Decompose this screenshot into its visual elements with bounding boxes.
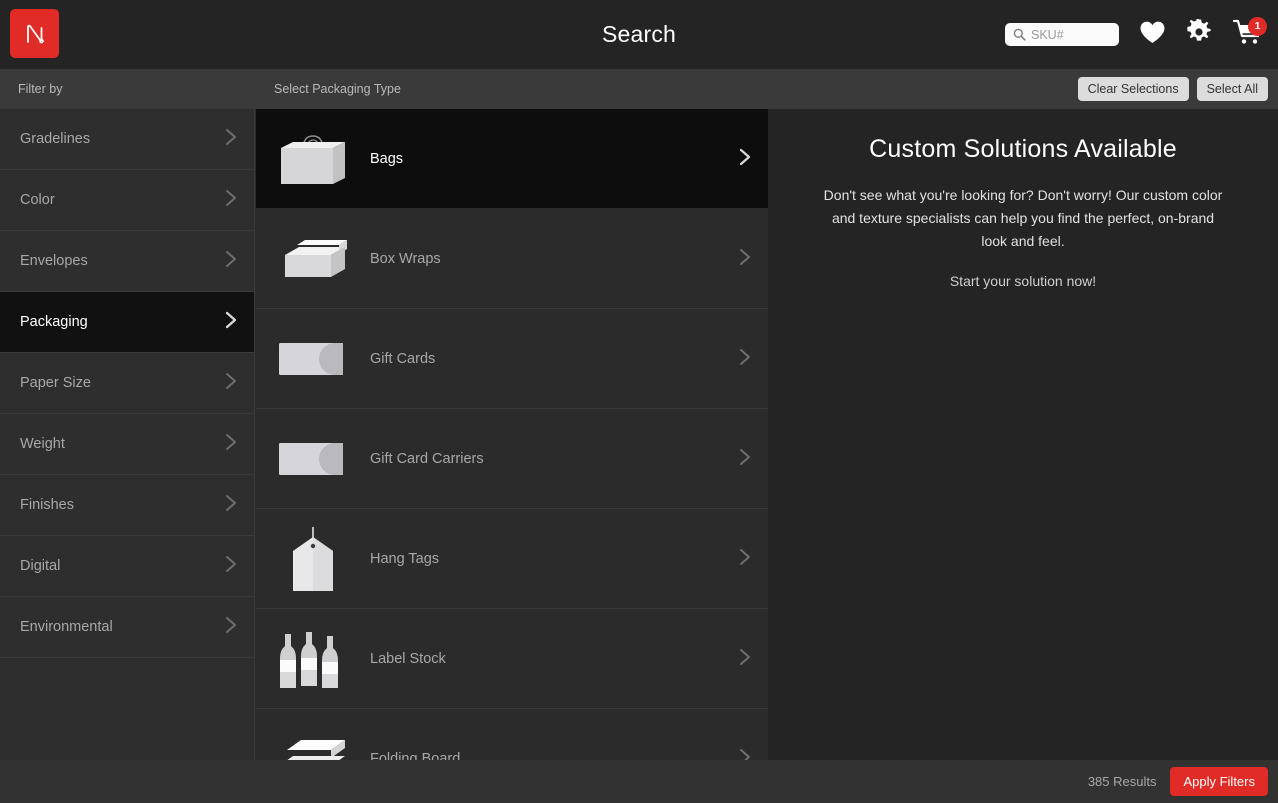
- sidebar-item-label: Envelopes: [20, 253, 88, 269]
- filter-by-label: Filter by: [18, 69, 62, 109]
- sidebar-item-finishes[interactable]: Finishes: [0, 475, 254, 536]
- shopping-bag-icon: [274, 122, 352, 196]
- search-input[interactable]: [1031, 28, 1101, 42]
- sidebar-item-digital[interactable]: Digital: [0, 536, 254, 597]
- chevron-right-icon: [224, 493, 238, 517]
- select-all-button[interactable]: Select All: [1197, 77, 1268, 101]
- results-count: 385 Results: [1088, 774, 1157, 789]
- chevron-right-icon: [738, 547, 752, 571]
- apply-filters-button[interactable]: Apply Filters: [1170, 767, 1268, 796]
- sidebar-item-weight[interactable]: Weight: [0, 414, 254, 475]
- filter-sidebar: Gradelines Color Envelopes Packaging Paper S…: [0, 109, 255, 760]
- chevron-right-icon: [738, 647, 752, 671]
- custom-solutions-title: Custom Solutions Available: [796, 135, 1250, 164]
- sidebar-item-label: Environmental: [20, 619, 113, 635]
- sidebar-item-environmental[interactable]: Environmental: [0, 597, 254, 658]
- sidebar-item-label: Digital: [20, 558, 60, 574]
- sidebar-item-label: Color: [20, 192, 55, 208]
- packaging-type-label: Bags: [370, 151, 768, 167]
- cart-badge: 1: [1248, 17, 1267, 36]
- clear-selections-button[interactable]: Clear Selections: [1078, 77, 1189, 101]
- custom-solutions-panel: Custom Solutions Available Don't see wha…: [768, 109, 1278, 760]
- packaging-type-label: Gift Cards: [370, 351, 768, 367]
- bottle-labels-icon: [274, 622, 352, 696]
- chevron-right-icon: [738, 347, 752, 371]
- packaging-type-row-gift-cards[interactable]: Gift Cards: [256, 309, 768, 409]
- app-header: Search: [0, 0, 1278, 69]
- chevron-right-icon: [224, 432, 238, 456]
- sidebar-item-label: Packaging: [20, 314, 88, 330]
- gift-card-carrier-icon: [274, 422, 352, 496]
- hang-tag-icon: [274, 522, 352, 596]
- packaging-type-row-gift-card-carriers[interactable]: Gift Card Carriers: [256, 409, 768, 509]
- packaging-type-row-folding-board[interactable]: Folding Board: [256, 709, 768, 760]
- custom-solutions-body: Don't see what you're looking for? Don't…: [823, 184, 1223, 253]
- search-box[interactable]: [1005, 23, 1119, 46]
- chevron-right-icon: [224, 188, 238, 212]
- gift-card-icon: [274, 322, 352, 396]
- subheader-actions: Clear Selections Select All: [1078, 69, 1268, 109]
- search-icon: [1013, 28, 1026, 41]
- chevron-right-icon: [224, 371, 238, 395]
- packaging-type-label: Gift Card Carriers: [370, 451, 768, 467]
- sidebar-item-label: Finishes: [20, 497, 74, 513]
- settings-button[interactable]: [1186, 19, 1212, 50]
- chevron-right-icon: [738, 747, 752, 761]
- chevron-right-icon: [738, 147, 752, 171]
- chevron-right-icon: [224, 615, 238, 639]
- box-wrap-icon: [274, 222, 352, 296]
- heart-icon: [1139, 20, 1166, 50]
- chevron-right-icon: [224, 310, 238, 334]
- app-root: Search: [0, 0, 1278, 803]
- sidebar-item-label: Paper Size: [20, 375, 91, 391]
- custom-solutions-cta[interactable]: Start your solution now!: [796, 273, 1250, 289]
- chevron-right-icon: [224, 127, 238, 151]
- packaging-type-row-hang-tags[interactable]: Hang Tags: [256, 509, 768, 609]
- packaging-type-row-bags[interactable]: Bags: [256, 109, 768, 209]
- gear-icon: [1186, 19, 1212, 50]
- packaging-type-row-label-stock[interactable]: Label Stock: [256, 609, 768, 709]
- sidebar-item-label: Gradelines: [20, 131, 90, 147]
- subheader-bar: Filter by Select Packaging Type Clear Se…: [0, 69, 1278, 109]
- sidebar-item-label: Weight: [20, 436, 65, 452]
- packaging-type-list: Bags Box Wraps Gift Cards Gift Card Carrier…: [256, 109, 768, 760]
- sidebar-item-color[interactable]: Color: [0, 170, 254, 231]
- sidebar-item-packaging[interactable]: Packaging: [0, 292, 254, 353]
- favorites-button[interactable]: [1139, 20, 1166, 50]
- chevron-right-icon: [738, 447, 752, 471]
- header-actions: 1: [1005, 0, 1264, 69]
- folding-board-icon: [274, 722, 352, 761]
- chevron-right-icon: [738, 247, 752, 271]
- sidebar-item-gradelines[interactable]: Gradelines: [0, 109, 254, 170]
- chevron-right-icon: [224, 554, 238, 578]
- sidebar-item-envelopes[interactable]: Envelopes: [0, 231, 254, 292]
- sidebar-item-paper-size[interactable]: Paper Size: [0, 353, 254, 414]
- packaging-type-row-box-wraps[interactable]: Box Wraps: [256, 209, 768, 309]
- packaging-type-label: Hang Tags: [370, 551, 768, 567]
- packaging-type-label: Box Wraps: [370, 251, 768, 267]
- select-packaging-type-label: Select Packaging Type: [274, 69, 401, 109]
- packaging-type-label: Label Stock: [370, 651, 768, 667]
- chevron-right-icon: [224, 249, 238, 273]
- cart-button[interactable]: 1: [1232, 18, 1264, 52]
- footer-bar: 385 Results Apply Filters: [0, 760, 1278, 803]
- packaging-type-label: Folding Board: [370, 751, 768, 761]
